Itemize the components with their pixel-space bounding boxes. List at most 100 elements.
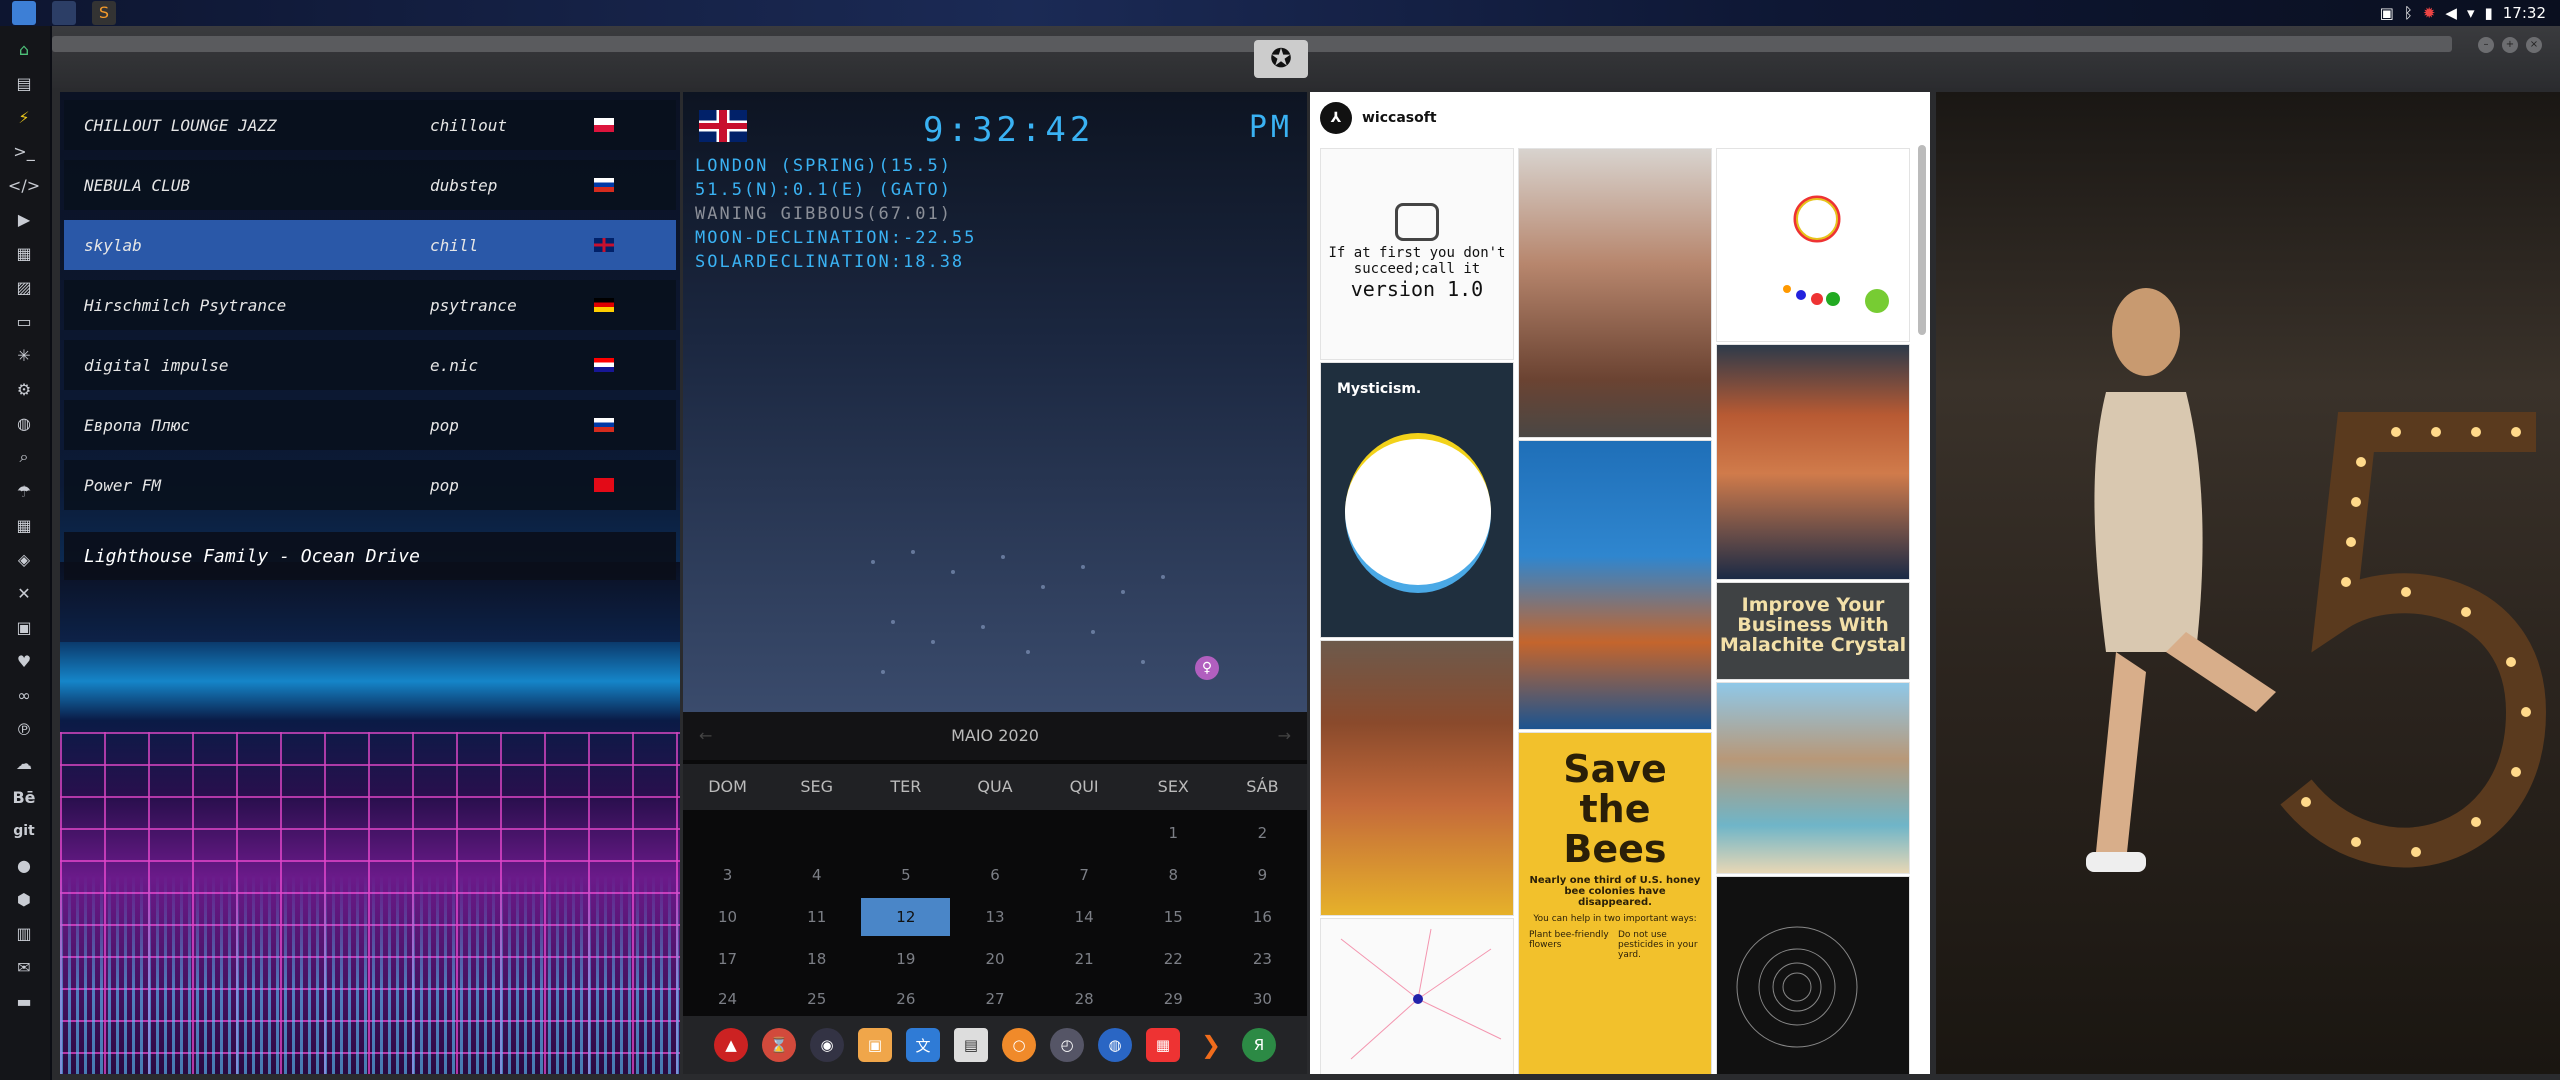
search-icon[interactable]: ⌕	[11, 444, 37, 470]
station-item[interactable]: CHILLOUT LOUNGE JAZZ chillout	[64, 100, 676, 150]
tag-icon[interactable]: ◈	[11, 546, 37, 572]
calendar-day[interactable]	[683, 814, 772, 852]
calendar-day[interactable]: 21	[1040, 940, 1129, 978]
home-icon[interactable]: ⌂	[11, 36, 37, 62]
star-icon[interactable]: ✳	[11, 342, 37, 368]
pin-card-beach[interactable]	[1716, 682, 1910, 874]
mail-icon[interactable]: ✉	[11, 954, 37, 980]
uk-flag-icon[interactable]	[699, 110, 747, 142]
calendar-day[interactable]: 4	[772, 856, 861, 894]
git-icon[interactable]: git	[11, 818, 37, 844]
yandex-icon[interactable]: Я	[1242, 1028, 1276, 1062]
calendar-day[interactable]: 5	[861, 856, 950, 894]
calendar-day-today[interactable]: 12	[861, 898, 951, 936]
calendar-day[interactable]: 18	[772, 940, 861, 978]
github-icon[interactable]: ●	[11, 852, 37, 878]
calendar-day[interactable]: 8	[1129, 856, 1218, 894]
rebel-alliance-icon[interactable]: ✪	[1254, 40, 1308, 78]
pin-card-malachite[interactable]: Improve Your Business With Malachite Cry…	[1716, 582, 1910, 680]
calendar-day[interactable]: 6	[950, 856, 1039, 894]
hourglass-icon[interactable]: ⌛	[762, 1028, 796, 1062]
calendar-day[interactable]: 11	[772, 898, 861, 936]
document-icon[interactable]: ▤	[11, 70, 37, 96]
pin-card-chart[interactable]	[1716, 148, 1910, 342]
system-clock[interactable]: 17:32	[2503, 4, 2546, 22]
arch-icon[interactable]: ▲	[714, 1028, 748, 1062]
calendar-day[interactable]: 17	[683, 940, 772, 978]
calendar-day[interactable]: 16	[1218, 898, 1307, 936]
station-item[interactable]: Hirschmilch Psytrance psytrance	[64, 280, 676, 330]
pinterest-icon[interactable]: ℗	[11, 716, 37, 742]
pin-card-chart[interactable]	[1320, 918, 1514, 1074]
file-manager-icon[interactable]	[12, 1, 36, 25]
calendar-day[interactable]: 27	[950, 980, 1039, 1018]
pin-card-portrait[interactable]	[1716, 344, 1910, 580]
gear-icon[interactable]: ⚙	[11, 376, 37, 402]
pin-card-portrait[interactable]	[1320, 640, 1514, 916]
youtube-icon[interactable]: ▣	[11, 614, 37, 640]
minimize-button[interactable]: –	[2478, 37, 2494, 53]
battery-icon[interactable]: ▮	[2485, 4, 2493, 22]
play-icon[interactable]: ▶	[11, 206, 37, 232]
globe-icon[interactable]: ◍	[11, 410, 37, 436]
calendar-day[interactable]: 23	[1218, 940, 1307, 978]
grid-icon[interactable]: ▦	[11, 512, 37, 538]
search-app-icon[interactable]: ○	[1002, 1028, 1036, 1062]
expand-icon[interactable]: ✕	[11, 580, 37, 606]
calendar-next-button[interactable]: →	[1278, 712, 1291, 760]
calendar-day[interactable]: 19	[861, 940, 950, 978]
bookmark-icon[interactable]: ▬	[11, 988, 37, 1014]
bolt-icon[interactable]: ⚡	[11, 104, 37, 130]
calendar-prev-button[interactable]: ←	[699, 712, 712, 760]
pin-card[interactable]: If at first you don't succeed;call it ve…	[1320, 148, 1514, 360]
workspace-icon[interactable]	[52, 1, 76, 25]
station-item[interactable]: Европа Плюс pop	[64, 400, 676, 450]
username[interactable]: wiccasoft	[1362, 110, 1437, 126]
globe-dark-icon[interactable]: ◉	[810, 1028, 844, 1062]
pin-card-portrait[interactable]	[1518, 440, 1712, 730]
sublime-icon[interactable]: S	[92, 1, 116, 25]
image-icon[interactable]: ▨	[11, 274, 37, 300]
station-item-selected[interactable]: skylab chill	[64, 220, 676, 270]
pinterest-scrollbar[interactable]	[1918, 145, 1926, 335]
calendar-day[interactable]: 30	[1218, 980, 1307, 1018]
calendar-day[interactable]: 26	[861, 980, 950, 1018]
infinity-icon[interactable]: ∞	[11, 682, 37, 708]
calendar-day[interactable]: 29	[1129, 980, 1218, 1018]
calendar-day[interactable]	[950, 814, 1039, 852]
photos-icon[interactable]: ▣	[2380, 4, 2394, 22]
wifi-icon[interactable]: ▾	[2467, 4, 2475, 22]
calendar-day[interactable]	[772, 814, 861, 852]
venus-icon[interactable]: ♀	[1195, 656, 1219, 680]
calendar-day[interactable]	[861, 814, 950, 852]
settings-icon[interactable]: ✹	[2423, 4, 2436, 22]
calendar-app-icon[interactable]: ▦	[1146, 1028, 1180, 1062]
image-viewer-icon[interactable]: ▣	[858, 1028, 892, 1062]
browser-icon[interactable]: ◍	[1098, 1028, 1132, 1062]
maximize-button[interactable]: +	[2502, 37, 2518, 53]
arrow-app-icon[interactable]: ❯	[1194, 1028, 1228, 1062]
address-bar[interactable]	[52, 36, 2452, 52]
clock-app-icon[interactable]: ◴	[1050, 1028, 1084, 1062]
cloud-icon[interactable]: ☁	[11, 750, 37, 776]
station-item[interactable]: digital impulse e.nic	[64, 340, 676, 390]
card-icon[interactable]: ▭	[11, 308, 37, 334]
calendar-day[interactable]: 22	[1129, 940, 1218, 978]
calendar-day[interactable]: 9	[1218, 856, 1307, 894]
volume-icon[interactable]: ◀	[2445, 4, 2457, 22]
calendar-day[interactable]: 25	[772, 980, 861, 1018]
calendar-day[interactable]: 15	[1129, 898, 1218, 936]
heart-icon[interactable]: ♥	[11, 648, 37, 674]
umbrella-icon[interactable]: ☂	[11, 478, 37, 504]
calendar-day[interactable]: 1	[1129, 814, 1218, 852]
avatar[interactable]: ⅄	[1320, 102, 1352, 134]
behance-icon[interactable]: Bē	[11, 784, 37, 810]
calendar-day[interactable]: 3	[683, 856, 772, 894]
calendar-day[interactable]: 14	[1040, 898, 1129, 936]
station-item[interactable]: Power FM pop	[64, 460, 676, 510]
map-icon[interactable]: ▥	[11, 920, 37, 946]
translate-icon[interactable]: 文	[906, 1028, 940, 1062]
calendar-day[interactable]: 2	[1218, 814, 1307, 852]
calendar-day[interactable]: 28	[1040, 980, 1129, 1018]
calendar-day[interactable]: 13	[950, 898, 1039, 936]
